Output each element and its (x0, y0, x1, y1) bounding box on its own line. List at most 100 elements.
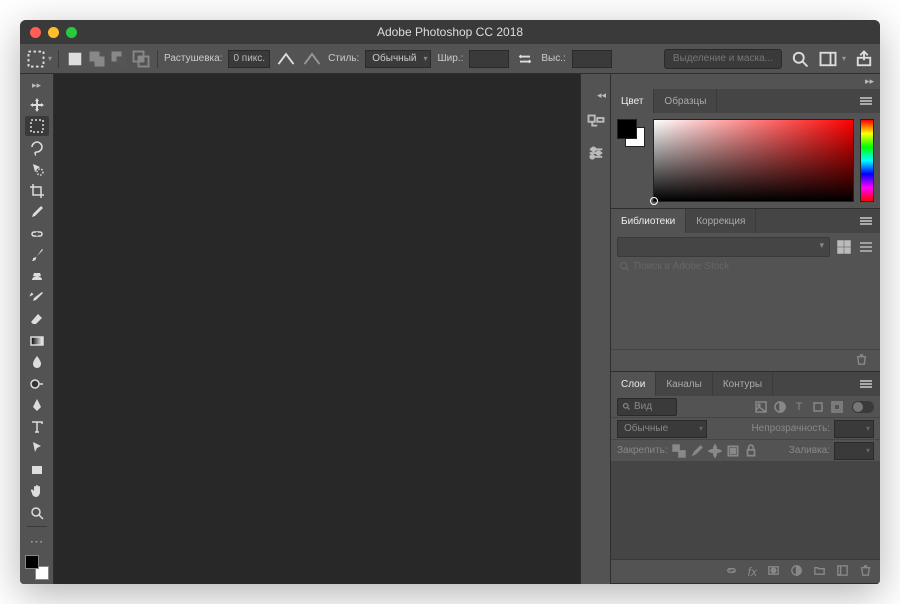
maximize-window-button[interactable] (66, 27, 77, 38)
lock-position-icon[interactable] (708, 444, 722, 458)
panel-color-swatches[interactable] (617, 119, 647, 202)
panels-collapse-icon[interactable]: ▸▸ (611, 74, 880, 89)
panel-foreground-swatch[interactable] (617, 119, 637, 139)
filter-shape-icon[interactable] (811, 400, 825, 414)
library-select[interactable] (617, 237, 830, 257)
brush-tool[interactable] (25, 245, 49, 264)
close-window-button[interactable] (30, 27, 41, 38)
properties-panel-icon[interactable] (586, 143, 606, 163)
filter-type-icon[interactable]: T (792, 400, 806, 414)
clone-stamp-tool[interactable] (25, 267, 49, 286)
quick-select-tool[interactable] (25, 159, 49, 178)
selection-subtract-icon[interactable] (109, 49, 129, 69)
zoom-tool[interactable] (25, 503, 49, 522)
library-search[interactable]: Поиск в Adobe Stock (611, 261, 880, 276)
panel-menu-icon[interactable] (852, 89, 880, 113)
tab-paths[interactable]: Контуры (713, 372, 773, 396)
color-swatches[interactable] (25, 555, 49, 580)
healing-brush-tool[interactable] (25, 224, 49, 243)
tab-adjustments[interactable]: Коррекция (686, 209, 756, 233)
style-select[interactable]: Обычный (365, 50, 431, 68)
feather-field[interactable]: 0 пикс. (228, 50, 270, 68)
fill-field[interactable] (834, 442, 874, 460)
delete-layer-icon[interactable] (859, 564, 872, 580)
tab-color[interactable]: Цвет (611, 89, 654, 113)
list-view-icon[interactable] (858, 239, 874, 255)
rectangle-tool[interactable] (25, 460, 49, 479)
selection-new-icon[interactable] (65, 49, 85, 69)
trash-icon[interactable] (851, 353, 872, 369)
tab-libraries[interactable]: Библиотеки (611, 209, 686, 233)
layer-style-icon[interactable]: fx (748, 565, 757, 579)
edit-toolbar-icon[interactable]: ⋯ (25, 531, 49, 550)
workspace-chevron-icon[interactable]: ▾ (842, 54, 846, 63)
opacity-field[interactable] (834, 420, 874, 438)
lock-all-icon[interactable] (744, 444, 758, 458)
swap-dims-icon[interactable] (515, 49, 535, 69)
group-icon[interactable] (813, 564, 826, 580)
marquee-tool[interactable] (25, 116, 49, 135)
move-tool[interactable] (25, 95, 49, 114)
style-label: Стиль: (328, 53, 359, 64)
collapsed-dock: ◂◂ (580, 74, 610, 584)
filter-toggle[interactable] (852, 401, 874, 413)
height-field[interactable] (572, 50, 612, 68)
eraser-tool[interactable] (25, 310, 49, 329)
filter-image-icon[interactable] (754, 400, 768, 414)
width-field[interactable] (469, 50, 509, 68)
hand-tool[interactable] (25, 481, 49, 500)
tab-layers[interactable]: Слои (611, 372, 656, 396)
pen-tool[interactable] (25, 396, 49, 415)
history-panel-icon[interactable] (586, 113, 606, 133)
layers-list[interactable] (611, 462, 880, 559)
type-tool[interactable] (25, 417, 49, 436)
lasso-tool[interactable] (25, 138, 49, 157)
history-brush-tool[interactable] (25, 288, 49, 307)
path-select-tool[interactable] (25, 439, 49, 458)
workspace-icon[interactable] (818, 49, 838, 69)
dock-collapse-icon[interactable]: ◂◂ (593, 88, 610, 103)
antialias-icon[interactable] (276, 49, 296, 69)
adjustment-layer-icon[interactable] (790, 564, 803, 580)
panel-menu-icon[interactable] (852, 372, 880, 396)
tool-preset-chevron-icon[interactable]: ▾ (48, 54, 52, 63)
kind-label: Вид (634, 401, 652, 412)
tab-swatches[interactable]: Образцы (654, 89, 717, 113)
fill-label: Заливка: (789, 445, 830, 456)
canvas[interactable] (54, 74, 580, 584)
minimize-window-button[interactable] (48, 27, 59, 38)
link-layers-icon[interactable] (725, 564, 738, 580)
filter-smartobject-icon[interactable] (830, 400, 844, 414)
selection-add-icon[interactable] (87, 49, 107, 69)
eyedropper-tool[interactable] (25, 202, 49, 221)
foreground-swatch[interactable] (25, 555, 39, 569)
antialias2-icon[interactable] (302, 49, 322, 69)
crop-tool[interactable] (25, 181, 49, 200)
select-and-mask-button[interactable]: Выделение и маска... (664, 49, 782, 69)
layer-mask-icon[interactable] (767, 564, 780, 580)
selection-intersect-icon[interactable] (131, 49, 151, 69)
lock-pixels-icon[interactable] (690, 444, 704, 458)
filter-adjustment-icon[interactable] (773, 400, 787, 414)
panel-menu-icon[interactable] (852, 209, 880, 233)
toolbox-collapse-icon[interactable]: ▸▸ (30, 78, 43, 93)
layer-kind-filter[interactable]: Вид (617, 398, 677, 416)
search-icon[interactable] (790, 49, 810, 69)
lock-artboard-icon[interactable] (726, 444, 740, 458)
share-icon[interactable] (854, 49, 874, 69)
titlebar[interactable]: Adobe Photoshop CC 2018 (20, 20, 880, 44)
dodge-tool[interactable] (25, 374, 49, 393)
grid-view-icon[interactable] (836, 239, 852, 255)
tab-channels[interactable]: Каналы (656, 372, 713, 396)
new-layer-icon[interactable] (836, 564, 849, 580)
lock-transparency-icon[interactable] (672, 444, 686, 458)
color-panel: Цвет Образцы (611, 89, 880, 209)
blend-mode-select[interactable]: Обычные (617, 420, 707, 438)
color-picker-cursor[interactable] (650, 197, 658, 205)
hue-slider[interactable] (860, 119, 874, 202)
height-label: Выс.: (541, 53, 565, 64)
gradient-tool[interactable] (25, 331, 49, 350)
color-field[interactable] (653, 119, 854, 202)
current-tool-icon[interactable] (26, 49, 46, 69)
blur-tool[interactable] (25, 353, 49, 372)
